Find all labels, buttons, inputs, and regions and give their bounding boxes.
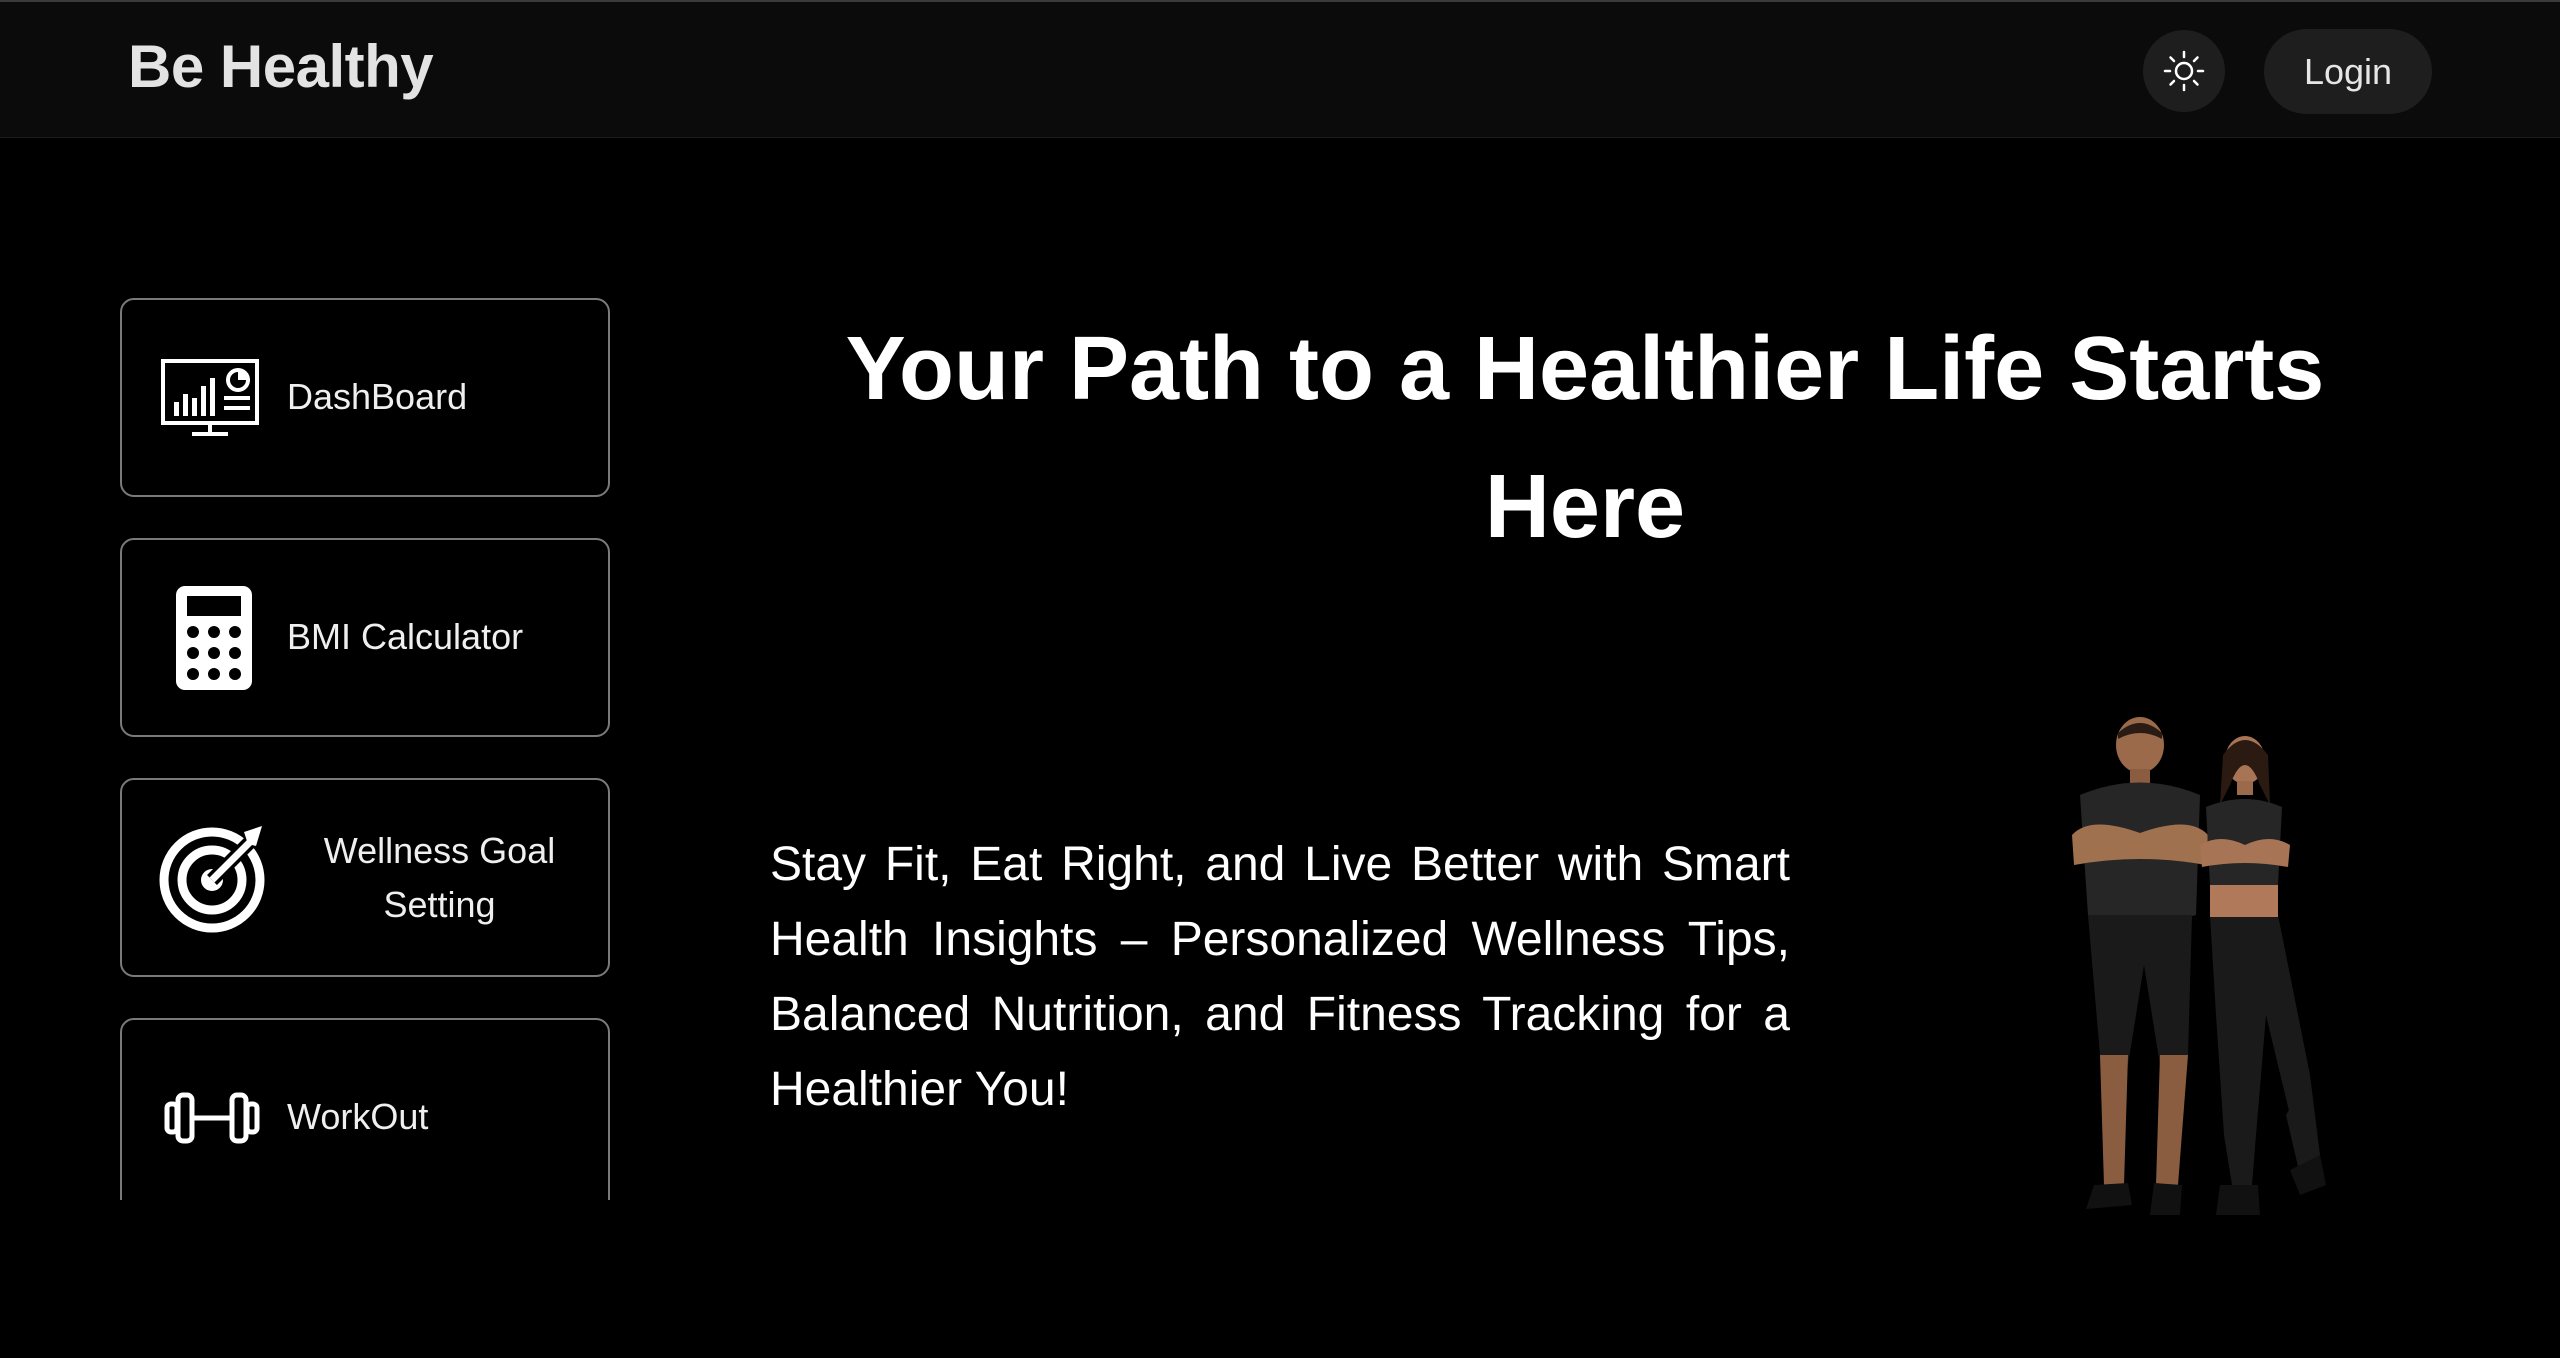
- hero-title: Your Path to a Healthier Life Starts Her…: [845, 319, 2325, 557]
- woman-figure: [2200, 736, 2326, 1215]
- dumbbell-icon: [164, 1090, 260, 1146]
- sidebar-item-label: Wellness Goal Setting: [323, 830, 556, 925]
- sidebar-item-bmi-calculator[interactable]: BMI Calculator: [120, 538, 610, 737]
- target-icon: [158, 822, 270, 934]
- sidebar-item-label: BMI Calculator: [287, 616, 524, 657]
- login-button[interactable]: Login: [2264, 29, 2432, 114]
- sidebar-item-label: DashBoard: [287, 376, 468, 417]
- sidebar-item-wellness-goal-setting[interactable]: Wellness Goal Setting: [120, 778, 610, 977]
- sidebar-item-label: WorkOut: [287, 1096, 429, 1137]
- sidebar-item-dashboard[interactable]: DashBoard: [120, 298, 610, 497]
- calculator-icon: [174, 584, 254, 692]
- man-figure: [2072, 717, 2208, 1215]
- hero-description: Stay Fit, Eat Right, and Live Better wit…: [770, 838, 1790, 1116]
- sidebar-nav: DashBoard BMI Calculator Wellness Goal S…: [120, 0, 610, 1200]
- sidebar-item-workout[interactable]: WorkOut: [120, 1018, 610, 1200]
- dashboard-chart-icon: [160, 358, 260, 438]
- fitness-couple-image: [2020, 715, 2360, 1250]
- sun-icon: [2163, 50, 2205, 92]
- theme-toggle-button[interactable]: [2143, 30, 2225, 112]
